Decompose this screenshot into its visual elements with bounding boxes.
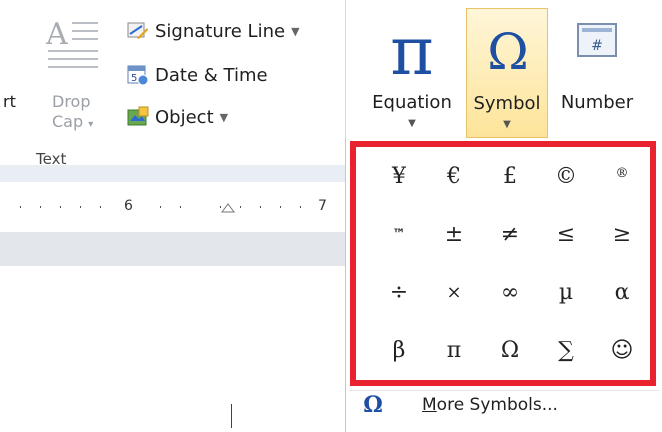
pi-icon: π xyxy=(390,13,433,88)
number-icon: # xyxy=(577,23,617,57)
svg-text:#: # xyxy=(591,38,603,54)
number-button[interactable]: # Number xyxy=(552,8,642,138)
wordart-button-label[interactable]: rt xyxy=(3,92,16,111)
symbol-less-equal[interactable]: ≤ xyxy=(539,206,593,262)
symbol-beta[interactable]: β xyxy=(372,322,426,378)
symbol-label: Symbol xyxy=(473,93,541,114)
ruler-ticks xyxy=(20,203,301,213)
drop-cap-icon[interactable]: A xyxy=(44,14,100,74)
symbol-not-equal[interactable]: ≠ xyxy=(483,206,537,262)
text-cursor xyxy=(231,404,232,428)
omega-icon: Ω xyxy=(487,23,528,81)
more-symbols-label: More Symbols... xyxy=(422,395,558,415)
symbol-pi[interactable]: π xyxy=(427,322,481,378)
signature-line-label: Signature Line xyxy=(155,20,286,42)
svg-text:5: 5 xyxy=(131,73,137,84)
document-background xyxy=(0,232,345,266)
symbol-micro[interactable]: µ xyxy=(539,264,593,320)
svg-text:π: π xyxy=(390,13,433,88)
svg-text:Ω: Ω xyxy=(487,23,528,81)
drop-cap-label-line1: Drop xyxy=(52,92,91,111)
symbol-infinity[interactable]: ∞ xyxy=(483,264,537,320)
symbol-pound[interactable]: £ xyxy=(483,148,537,204)
symbol-alpha[interactable]: α xyxy=(595,264,649,320)
ruler-mark-7: 7 xyxy=(318,198,327,214)
chevron-down-icon: ▼ xyxy=(503,119,511,130)
symbol-registered[interactable]: ® xyxy=(595,145,649,201)
calendar-clock-icon: 5 xyxy=(127,65,149,86)
symbol-yen[interactable]: ¥ xyxy=(372,148,426,204)
symbol-summation[interactable]: ∑ xyxy=(539,322,593,378)
menu-separator xyxy=(350,390,660,391)
symbol-button[interactable]: Ω Symbol ▼ xyxy=(466,8,548,138)
object-icon xyxy=(127,106,149,126)
chevron-down-icon: ▼ xyxy=(219,110,229,124)
signature-line-icon xyxy=(127,22,148,39)
number-label: Number xyxy=(560,92,634,113)
symbol-copyright[interactable]: © xyxy=(539,148,593,204)
symbol-euro[interactable]: € xyxy=(427,148,481,204)
horizontal-ruler[interactable]: 6 7 xyxy=(0,182,345,233)
symbol-omega[interactable]: Ω xyxy=(483,322,537,378)
symbol-greater-equal[interactable]: ≥ xyxy=(595,206,649,262)
equation-label: Equation xyxy=(372,92,452,113)
chevron-down-icon: ▼ xyxy=(408,118,416,129)
drop-cap-label-line2: Cap ▾ xyxy=(52,112,94,131)
omega-icon: Ω xyxy=(363,392,383,418)
symbol-trademark[interactable]: ™ xyxy=(372,206,426,262)
object-label: Object xyxy=(155,106,214,128)
date-time-button[interactable]: 5 Date & Time xyxy=(127,64,268,86)
drop-cap-button[interactable]: Drop Cap ▾ xyxy=(52,92,93,135)
svg-text:A: A xyxy=(45,17,68,52)
ruler-mark-6: 6 xyxy=(124,198,133,214)
symbol-divide[interactable]: ÷ xyxy=(372,264,426,320)
symbol-smiley[interactable]: ☺ xyxy=(595,322,649,378)
equation-button[interactable]: π Equation ▼ xyxy=(364,8,460,138)
chevron-down-icon: ▼ xyxy=(291,24,300,38)
signature-line-button[interactable]: Signature Line ▼ xyxy=(127,20,300,42)
date-time-label: Date & Time xyxy=(155,64,268,86)
more-symbols-menu-item[interactable]: Ω More Symbols... xyxy=(358,392,558,418)
symbol-multiply[interactable]: × xyxy=(427,264,481,320)
symbol-plus-minus[interactable]: ± xyxy=(427,206,481,262)
object-button[interactable]: Object ▼ xyxy=(127,106,228,128)
